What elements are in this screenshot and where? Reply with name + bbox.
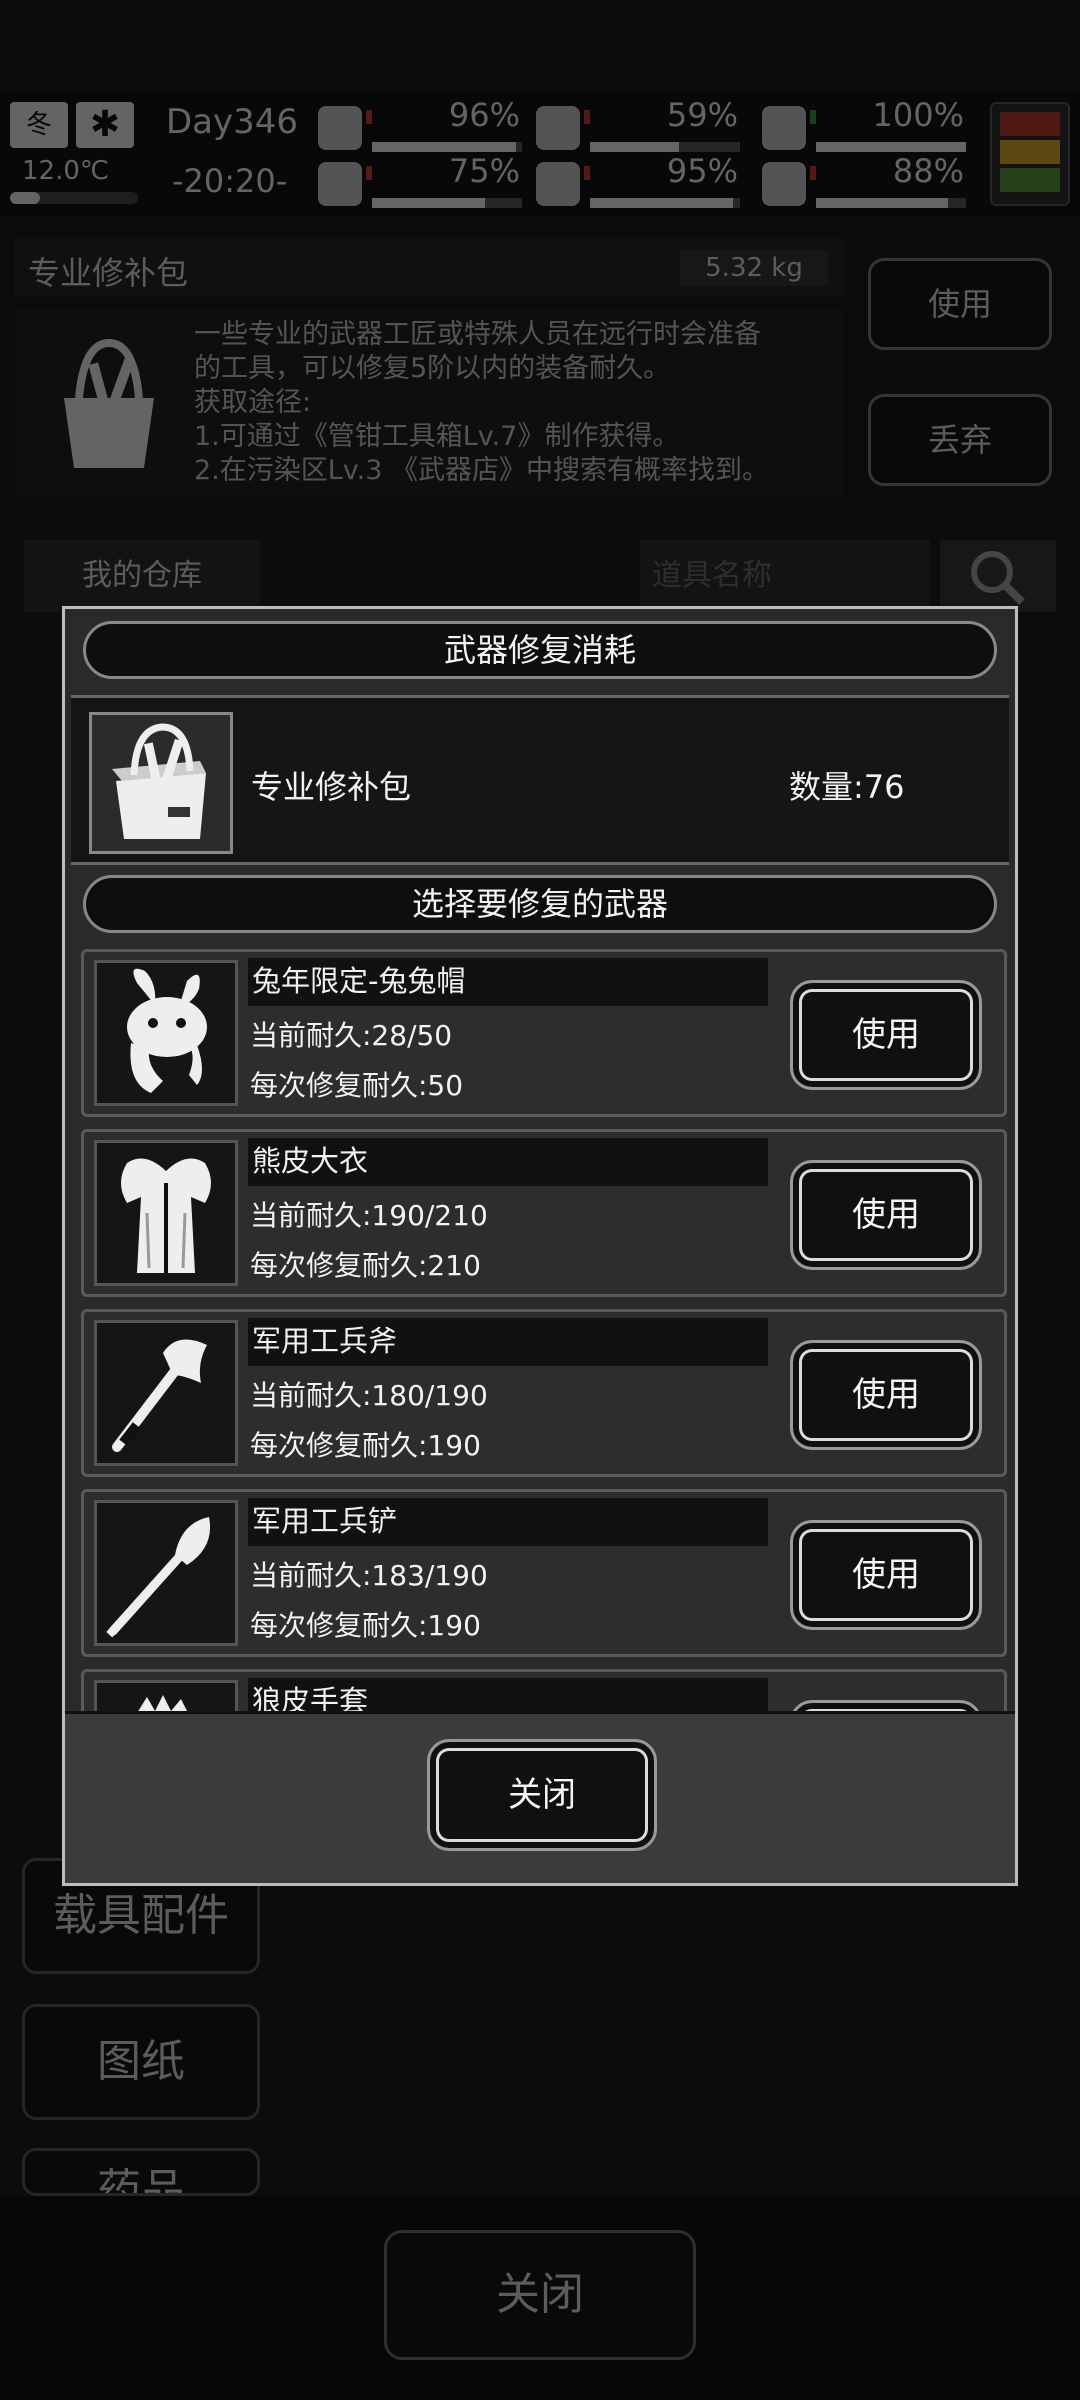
- item-discard-button[interactable]: 丢弃: [868, 394, 1052, 486]
- axe-icon: [94, 1320, 238, 1466]
- weapon-name: 狼皮手套: [248, 1678, 768, 1711]
- select-section-title: 选择要修复的武器: [83, 875, 997, 933]
- weapon-repair-amount: 每次修复耐久:50: [250, 1069, 464, 1102]
- search-icon[interactable]: [940, 540, 1056, 612]
- temperature-bar: [10, 192, 138, 204]
- tab-my-warehouse[interactable]: 我的仓库: [24, 540, 260, 612]
- stomach-icon: [536, 106, 580, 150]
- item-header: 专业修补包 5.32 kg: [14, 238, 844, 296]
- consume-section-title: 武器修复消耗: [83, 621, 997, 679]
- water-drop-icon: [536, 162, 580, 206]
- medkit-icon: [318, 106, 362, 150]
- item-description-text: 一些专业的武器工匠或特殊人员在远行时会准备 的工具，可以修复5阶以内的装备耐久。…: [194, 319, 770, 486]
- repair-use-button[interactable]: 使用: [790, 1700, 982, 1711]
- weapon-row: 狼皮手套 使用: [81, 1669, 1007, 1711]
- item-search-input[interactable]: 道具名称: [640, 540, 930, 612]
- repair-use-button[interactable]: 使用: [790, 1520, 982, 1630]
- weapon-durability: 当前耐久:28/50: [250, 1019, 453, 1052]
- weapon-name: 军用工兵铲: [248, 1498, 768, 1546]
- stat-food: 59%: [536, 96, 746, 158]
- weapon-durability: 当前耐久:190/210: [250, 1199, 488, 1232]
- snowflake-icon: ✱: [76, 102, 134, 148]
- repair-use-button[interactable]: 使用: [790, 1160, 982, 1270]
- game-clock: -20:20-: [172, 162, 288, 200]
- consume-item-quantity: 数量:76: [789, 768, 905, 806]
- tab-blueprints[interactable]: 图纸: [22, 2004, 260, 2120]
- item-use-button[interactable]: 使用: [868, 258, 1052, 350]
- bear-coat-icon: [94, 1140, 238, 1286]
- season-badge: 冬: [10, 102, 68, 148]
- temperature-readout: 12.0℃: [22, 156, 110, 186]
- weapon-name: 军用工兵斧: [248, 1318, 768, 1366]
- weapon-name: 兔年限定-兔兔帽: [248, 958, 768, 1006]
- item-name: 专业修补包: [28, 254, 189, 292]
- stat-mood: 88%: [762, 152, 972, 214]
- day-counter: Day346: [166, 102, 299, 142]
- weapon-durability: 当前耐久:183/190: [250, 1559, 488, 1592]
- weapon-row: 军用工兵斧 当前耐久:180/190 每次修复耐久:190 使用: [81, 1309, 1007, 1477]
- stat-stamina: 75%: [318, 152, 528, 214]
- pill-icon: [762, 106, 806, 150]
- shovel-icon: [94, 1500, 238, 1646]
- consume-item-panel: 专业修补包 数量:76: [71, 695, 1009, 865]
- danger-light-indicator: [990, 102, 1070, 206]
- repair-use-button[interactable]: 使用: [790, 980, 982, 1090]
- weapon-row: 熊皮大衣 当前耐久:190/210 每次修复耐久:210 使用: [81, 1129, 1007, 1297]
- weapon-row: 兔年限定-兔兔帽 当前耐久:28/50 每次修复耐久:50 使用: [81, 949, 1007, 1117]
- heart-icon: [762, 162, 806, 206]
- weapon-repair-amount: 每次修复耐久:190: [250, 1429, 481, 1462]
- weapon-durability: 当前耐久:180/190: [250, 1379, 488, 1412]
- dialog-close-button[interactable]: 关闭: [427, 1739, 657, 1851]
- stat-water: 95%: [536, 152, 746, 214]
- weapon-name: 熊皮大衣: [248, 1138, 768, 1186]
- consume-item-name: 专业修补包: [251, 768, 412, 806]
- weapon-list[interactable]: 兔年限定-兔兔帽 当前耐久:28/50 每次修复耐久:50 使用 熊皮大衣 当前…: [75, 949, 1009, 1711]
- stat-health: 96%: [318, 96, 528, 158]
- repair-kit-icon: [44, 328, 174, 478]
- weapon-row: 军用工兵铲 当前耐久:183/190 每次修复耐久:190 使用: [81, 1489, 1007, 1657]
- tab-medicine[interactable]: 药品: [22, 2148, 260, 2196]
- screen-close-button[interactable]: 关闭: [384, 2230, 696, 2360]
- repair-kit-icon: [89, 712, 233, 854]
- item-description-panel: 一些专业的武器工匠或特殊人员在远行时会准备 的工具，可以修复5阶以内的装备耐久。…: [14, 308, 844, 498]
- bunny-hat-icon: [94, 960, 238, 1106]
- weapon-repair-amount: 每次修复耐久:190: [250, 1609, 481, 1642]
- weapon-repair-amount: 每次修复耐久:210: [250, 1249, 481, 1282]
- wolf-gloves-icon: [94, 1680, 238, 1711]
- status-hud: 冬 ✱ 12.0℃ Day346 -20:20- 96% 59% 100% 75…: [0, 92, 1080, 217]
- weapon-repair-dialog: 武器修复消耗 专业修补包 数量:76 选择要修复的武器 兔年限定-兔兔帽 当前耐…: [62, 606, 1018, 1886]
- item-weight: 5.32 kg: [680, 250, 828, 286]
- boot-icon: [318, 162, 362, 206]
- stat-pills: 100%: [762, 96, 972, 158]
- repair-use-button[interactable]: 使用: [790, 1340, 982, 1450]
